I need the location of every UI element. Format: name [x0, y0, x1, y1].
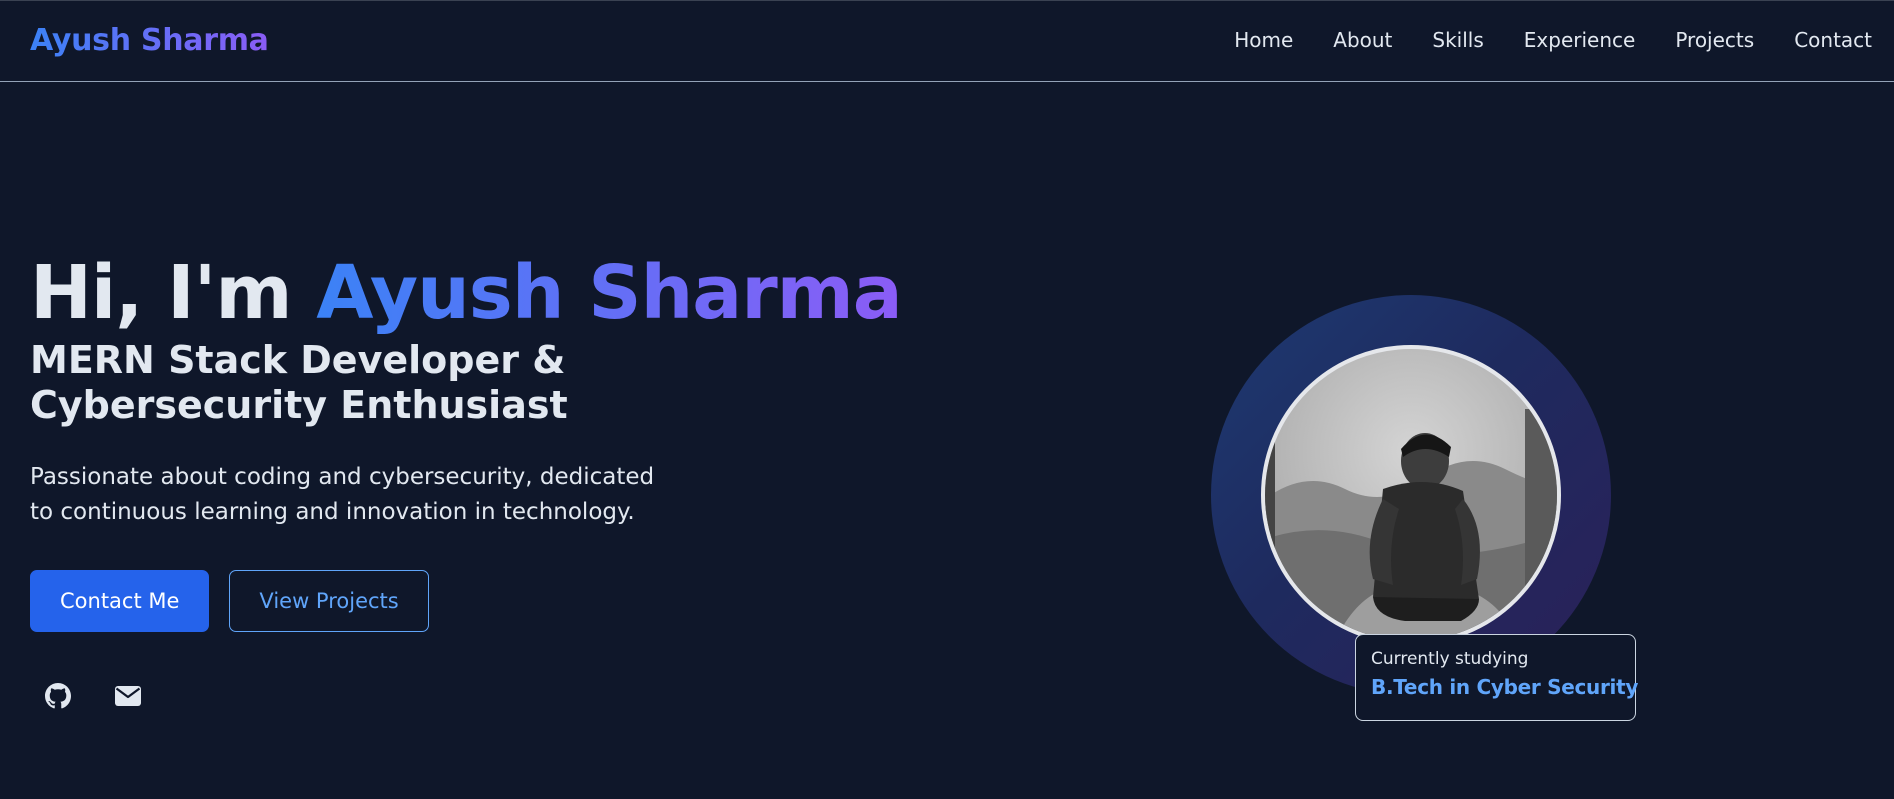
hero-name: Ayush Sharma	[316, 250, 902, 336]
profile-photo	[1261, 345, 1561, 645]
nav-experience[interactable]: Experience	[1524, 28, 1636, 52]
contact-me-button[interactable]: Contact Me	[30, 570, 210, 632]
hero-intro: Hi, I'm Ayush Sharma MERN Stack Develope…	[30, 250, 930, 712]
view-projects-button[interactable]: View Projects	[229, 570, 429, 632]
nav-home[interactable]: Home	[1234, 28, 1293, 52]
study-value: B.Tech in Cyber Security	[1371, 675, 1639, 699]
social-links	[30, 680, 930, 712]
nav-skills[interactable]: Skills	[1432, 28, 1483, 52]
hero-greeting: Hi, I'm	[30, 250, 317, 336]
hero-subtitle: MERN Stack Developer & Cybersecurity Ent…	[30, 338, 568, 427]
nav-contact[interactable]: Contact	[1794, 28, 1872, 52]
study-label: Currently studying	[1371, 649, 1529, 669]
hero-description: Passionate about coding and cybersecurit…	[30, 464, 655, 525]
hero-headline: Hi, I'm Ayush Sharma	[30, 250, 930, 336]
nav-about[interactable]: About	[1333, 28, 1392, 52]
study-card: Currently studying B.Tech in Cyber Secur…	[1355, 634, 1639, 721]
brand-logo[interactable]: Ayush Sharma	[30, 23, 269, 58]
navbar: Ayush Sharma Home About Skills Experienc…	[0, 0, 1894, 82]
github-icon[interactable]	[42, 680, 74, 712]
main-nav: Home About Skills Experience Projects Co…	[1234, 28, 1872, 52]
nav-projects[interactable]: Projects	[1675, 28, 1754, 52]
mail-icon[interactable]	[112, 680, 144, 712]
hero-buttons: Contact Me View Projects	[30, 570, 930, 632]
